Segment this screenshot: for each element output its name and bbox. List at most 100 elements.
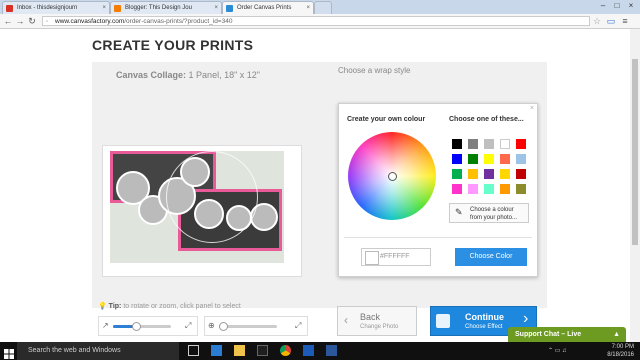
tab-order-canvas[interactable]: Order Canvas Prints ×	[222, 1, 314, 14]
zoom-icon: ⊕	[208, 321, 215, 330]
colour-swatch[interactable]	[468, 169, 478, 179]
windows-taskbar: Search the web and Windows ⌃ ▭ ♫ 7:00 PM…	[0, 342, 640, 360]
support-chat-label: Support Chat – Live	[515, 331, 582, 338]
wrap-style-label: Choose a wrap style	[338, 66, 411, 75]
clock-date: 8/18/2016	[607, 352, 634, 358]
cast-icon[interactable]: ▭	[606, 15, 616, 27]
rotate-icon: ↗	[102, 321, 109, 330]
colour-swatch[interactable]	[516, 154, 526, 164]
minimize-icon[interactable]: –	[596, 0, 610, 12]
chevron-up-icon: ▲	[613, 331, 620, 338]
url-field[interactable]: ▫ www.canvasfactory.com/order-canvas-pri…	[42, 16, 590, 26]
chrome-icon[interactable]	[280, 345, 291, 356]
colour-swatch[interactable]	[516, 169, 526, 179]
close-icon[interactable]: ×	[102, 2, 106, 14]
close-popup-icon[interactable]: ×	[530, 105, 534, 112]
choose-photo-line1: Choose a colour	[470, 207, 514, 213]
window-close-icon[interactable]: ×	[624, 0, 638, 12]
windows-start-icon[interactable]	[4, 346, 14, 359]
new-tab-button[interactable]	[314, 1, 332, 14]
back-sub-label: Change Photo	[360, 324, 399, 330]
colour-swatch[interactable]	[468, 184, 478, 194]
colour-wheel-selector[interactable]	[388, 172, 397, 181]
maximize-icon[interactable]: □	[610, 0, 624, 12]
rotate-slider[interactable]	[113, 322, 171, 331]
close-icon[interactable]: ×	[214, 2, 218, 14]
back-arrow-icon[interactable]: ←	[3, 15, 13, 27]
tab-blogger[interactable]: Blogger: This Design Jou ×	[110, 1, 222, 14]
reload-icon[interactable]: ↻	[27, 15, 37, 27]
zoom-control: ⊕ ⤢	[204, 316, 308, 336]
magnifier-lens	[166, 151, 258, 243]
browser-tab-bar: Inbox - thisdesignjourn × Blogger: This …	[0, 0, 640, 14]
colour-swatch[interactable]	[452, 139, 462, 149]
colour-swatch[interactable]	[484, 169, 494, 179]
taskbar-search-box[interactable]: Search the web and Windows	[17, 342, 179, 360]
hex-input[interactable]: #FFFFFF	[361, 248, 431, 266]
zoom-slider[interactable]	[218, 322, 277, 331]
outlook-icon[interactable]	[303, 345, 314, 356]
eyedropper-icon: ✎	[455, 207, 463, 217]
tab-title: Order Canvas Prints	[237, 5, 292, 11]
colour-swatch[interactable]	[452, 184, 462, 194]
lightbulb-icon: 💡	[98, 303, 107, 310]
colour-swatch[interactable]	[500, 154, 510, 164]
url-host: www.canvasfactory.com	[55, 18, 125, 25]
fit-icon[interactable]: ⤢	[295, 321, 301, 331]
divider	[344, 237, 532, 238]
tip-label: Tip:	[108, 303, 122, 310]
chevron-left-icon: ‹	[344, 313, 348, 327]
colour-swatch[interactable]	[484, 139, 494, 149]
menu-icon[interactable]: ≡	[620, 15, 630, 27]
colour-wheel[interactable]	[348, 132, 436, 220]
word-icon[interactable]	[326, 345, 337, 356]
colour-swatch[interactable]	[452, 169, 462, 179]
effect-icon	[436, 314, 450, 328]
task-view-icon[interactable]	[188, 345, 199, 356]
colour-swatch[interactable]	[516, 184, 526, 194]
product-value: 1 Panel, 18" x 12"	[188, 70, 260, 80]
colour-swatch[interactable]	[484, 184, 494, 194]
edge-icon[interactable]	[211, 345, 222, 356]
colour-swatch[interactable]	[516, 139, 526, 149]
choose-from-photo-button[interactable]: ✎ Choose a colour from your photo...	[449, 203, 529, 223]
support-chat-button[interactable]: Support Chat – Live ▲	[508, 327, 626, 342]
tab-inbox[interactable]: Inbox - thisdesignjourn ×	[2, 1, 110, 14]
close-icon[interactable]: ×	[306, 2, 310, 14]
taskbar-clock[interactable]: 7:00 PM 8/18/2016	[607, 343, 634, 359]
colour-swatch[interactable]	[452, 154, 462, 164]
continue-label: Continue	[465, 312, 504, 322]
colour-swatch[interactable]	[500, 139, 510, 149]
continue-sub-label: Choose Effect	[465, 324, 503, 330]
scrollbar-thumb[interactable]	[632, 59, 638, 245]
file-explorer-icon[interactable]	[234, 345, 245, 356]
choose-photo-line2: from your photo...	[470, 215, 518, 221]
tray-icons[interactable]: ⌃ ▭ ♫	[548, 347, 567, 354]
canvas-photo-preview[interactable]	[110, 151, 284, 263]
zoom-slider-handle[interactable]	[218, 322, 228, 331]
product-summary: Canvas Collage: 1 Panel, 18" x 12"	[116, 70, 260, 80]
tab-title: Blogger: This Design Jou	[125, 5, 192, 11]
colour-swatch[interactable]	[468, 154, 478, 164]
product-label: Canvas Collage:	[116, 70, 187, 80]
swatch-title: Choose one of these...	[449, 116, 524, 123]
colour-swatch[interactable]	[484, 154, 494, 164]
page-icon	[226, 5, 233, 12]
back-button[interactable]: ‹ Back Change Photo	[337, 306, 417, 336]
choose-color-button[interactable]: Choose Color	[455, 248, 527, 266]
store-icon[interactable]	[257, 345, 268, 356]
current-colour-swatch	[365, 251, 379, 265]
forward-arrow-icon[interactable]: →	[15, 15, 25, 27]
page-info-icon: ▫	[46, 19, 49, 25]
page-scrollbar[interactable]	[630, 29, 640, 342]
own-colour-title: Create your own colour	[347, 116, 426, 123]
tip-text: 💡 Tip: to rotate or zoom, click panel to…	[98, 302, 241, 310]
rotate-slider-handle[interactable]	[132, 322, 142, 331]
clock-time: 7:00 PM	[611, 344, 634, 350]
colour-swatch[interactable]	[500, 184, 510, 194]
chevron-right-icon: ›	[523, 310, 529, 327]
expand-icon[interactable]: ⤢	[185, 321, 191, 331]
colour-swatch[interactable]	[500, 169, 510, 179]
star-icon[interactable]: ☆	[592, 15, 602, 27]
colour-swatch[interactable]	[468, 139, 478, 149]
